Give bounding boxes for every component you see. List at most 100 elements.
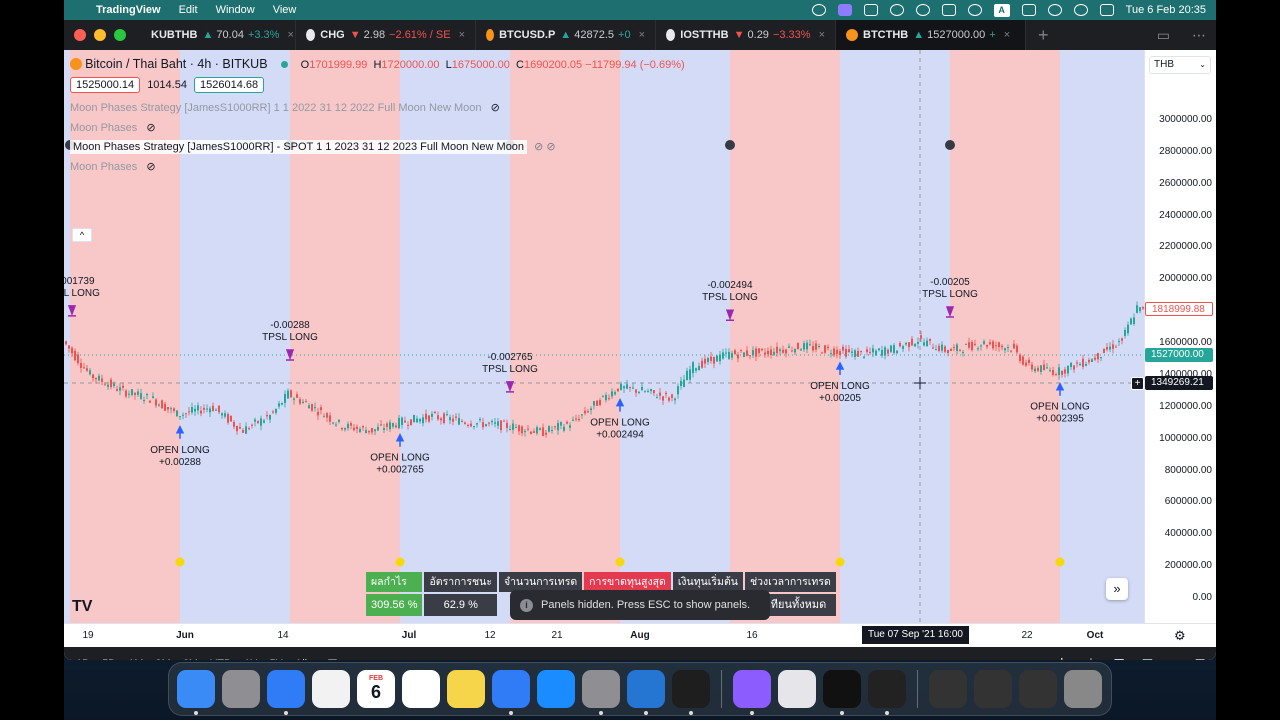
candle-body [500,420,502,431]
tab-btcthb[interactable]: BTCTHB ▲ 1527000.00 + × [836,20,1026,50]
close-window-button[interactable] [74,29,86,41]
candle-body [494,422,496,424]
screenshot-icon[interactable]: ⊞ [1113,655,1125,660]
candle-body [689,369,691,380]
preview-icon[interactable] [778,670,816,708]
wifi-icon[interactable] [1047,4,1062,16]
full-moon-marker [615,557,625,567]
range-3m[interactable]: 3M [155,658,170,661]
launchpad-icon[interactable] [222,670,260,708]
menu-window[interactable]: Window [216,4,255,16]
range-ytd[interactable]: YTD [210,658,232,661]
time-axis[interactable]: 19 Jun 14 Jul 12 21 Aug 16 22 Oct Tue 07 Sep '21 … [64,623,1216,647]
close-tab-icon[interactable]: × [287,29,293,41]
candle-body [377,426,379,431]
new-tab-button[interactable]: + [1038,25,1049,46]
menu-clock[interactable]: Tue 6 Feb 20:35 [1126,4,1206,16]
tradingview-icon[interactable] [823,670,861,715]
input-source-icon[interactable]: A [993,3,1010,17]
dock-window-thumbnail[interactable] [1019,670,1057,708]
control-toggles-icon[interactable] [1099,4,1114,16]
tab-chg[interactable]: CHG ▼ 2.98 −2.61% / SE × [296,20,476,50]
candle-body [911,338,913,346]
night-mode-icon[interactable] [967,4,982,16]
screen-record-icon[interactable] [837,4,852,16]
zoom-window-button[interactable] [114,29,126,41]
range-1y[interactable]: 1Y [244,658,257,661]
candle-body [587,411,589,413]
object-tree-icon[interactable]: ≣ [1194,655,1206,660]
go-to-date-icon[interactable]: ⊟ [327,656,338,661]
price-axis[interactable]: THB ⌄ 3000000.00 2800000.00 2600000.00 2400… [1131,50,1216,623]
menu-view[interactable]: View [273,4,297,16]
terminal-icon[interactable] [672,670,710,715]
menu-app-name[interactable]: TradingView [96,4,161,16]
candle-body [566,421,568,424]
reminders-icon[interactable] [402,670,440,708]
dock-window-thumbnail[interactable] [974,670,1012,708]
candle-body [113,383,115,386]
range-5d[interactable]: 5D [102,658,116,661]
candle-body [1019,354,1021,362]
price-tick-label: 800000.00 [1164,464,1212,476]
close-tab-icon[interactable]: × [819,29,825,41]
candle-body [164,403,166,411]
candle-body [536,427,538,434]
trade-value-label: -0.00205 [930,277,970,288]
messenger-icon[interactable] [733,670,771,715]
folder-sync-icon[interactable] [863,4,878,16]
more-options-icon[interactable]: ⋯ [1192,27,1206,44]
vscode-icon[interactable] [627,670,665,715]
notes-icon[interactable] [447,670,485,708]
mail-icon[interactable] [267,670,305,715]
measure-tool-icon[interactable]: ⊥ [1085,655,1097,660]
candle-body [83,367,85,369]
expand-panels-button[interactable]: » [1106,578,1128,600]
close-tab-icon[interactable]: × [639,29,645,41]
obs-icon[interactable] [868,670,906,715]
comment-icon[interactable]: ▢ [1141,655,1154,660]
chart-settings-gear-icon[interactable]: ⚙ [1174,628,1186,644]
minimize-window-button[interactable] [94,29,106,41]
drag-handle-icon[interactable]: ⋮ [1055,655,1069,660]
range-1d[interactable]: 1D [76,658,90,661]
tab-btcusd-p[interactable]: BTCUSD.P ▲ 42872.5 +0 × [476,20,656,50]
control-center-icon[interactable] [811,4,826,16]
close-tab-icon[interactable]: × [1004,29,1010,41]
cloud-icon[interactable] [915,4,930,16]
calendar-icon[interactable]: FEB 6 [357,670,395,708]
dock-window-thumbnail[interactable] [1064,670,1102,708]
range-5y[interactable]: 5Y [269,658,282,661]
finder-icon[interactable] [177,670,215,715]
tab-kubthb[interactable]: KUBTHB ▲ 70.04 +3.3% × [136,20,296,50]
close-tab-icon[interactable]: × [459,29,465,41]
calendar-menu-icon[interactable] [941,4,956,16]
safari-icon[interactable] [492,670,530,715]
photos-icon[interactable] [312,670,350,708]
trade-type-label: TPSL LONG [702,292,758,303]
candle-body [806,342,808,350]
app-store-icon[interactable] [537,670,575,708]
keyboard-icon[interactable] [1021,4,1036,16]
vpn-shield-icon[interactable] [889,4,904,16]
candle-body [590,408,592,411]
dock-separator [917,670,918,708]
trash-icon[interactable] [929,670,967,708]
menu-edit[interactable]: Edit [179,4,198,16]
settings-sliders-icon[interactable]: ≡ [1170,656,1178,661]
system-settings-icon[interactable] [582,670,620,715]
tab-iostthb[interactable]: IOSTTHB ▼ 0.29 −3.33% × [656,20,836,50]
range-1m[interactable]: 1M [128,658,143,661]
candle-body [941,344,943,351]
price-tick-label: 400000.00 [1164,528,1212,540]
currency-select[interactable]: THB ⌄ [1149,56,1211,74]
add-alert-plus-icon[interactable]: + [1131,377,1144,390]
macos-dock: FEB 6 [168,662,1112,716]
tradingview-logo[interactable]: TV [72,598,92,616]
price-chart-canvas[interactable]: -0.001739TPSL LONGOPEN LONG+0.00288-0.00… [64,50,1144,623]
layout-icon[interactable]: ▭ [1157,27,1170,44]
range-all[interactable]: All [295,658,307,661]
chart-pane[interactable]: -0.001739TPSL LONGOPEN LONG+0.00288-0.00… [64,50,1144,623]
spotlight-search-icon[interactable] [1073,4,1088,16]
range-6m[interactable]: 6M [183,658,198,661]
